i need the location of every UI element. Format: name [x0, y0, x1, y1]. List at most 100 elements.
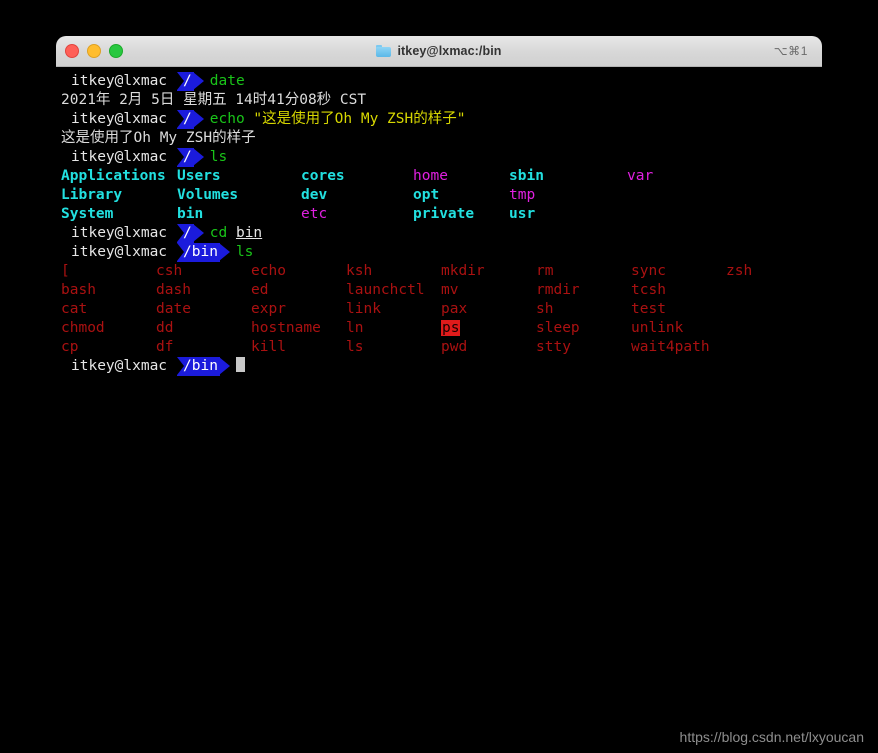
- command-ls: ls: [209, 149, 228, 165]
- command-date: date: [209, 73, 245, 89]
- text-cursor[interactable]: [235, 357, 245, 372]
- ls-entry: sbin: [509, 167, 627, 186]
- ls-root-output: Applications Users cores home sbin var Library…: [56, 167, 822, 224]
- maximize-button[interactable]: [109, 44, 123, 58]
- ls-entry: Volumes: [177, 186, 301, 205]
- ls-entry: etc: [301, 205, 413, 224]
- ls-entry: tmp: [509, 186, 627, 205]
- ls-entry: hostname: [251, 319, 346, 338]
- ls-entry: chmod: [61, 319, 156, 338]
- terminal-output-area[interactable]: itkey@lxmac / date 2021年 2月 5日 星期五 14时41分0…: [56, 67, 822, 678]
- ls-entry: link: [346, 300, 441, 319]
- ls-entry-label: mkdir: [441, 263, 485, 279]
- ls-entry-label: Users: [177, 168, 221, 184]
- ls-entry: wait4path: [631, 338, 726, 357]
- traffic-light-group: [65, 36, 123, 66]
- ls-entry-label: usr: [509, 206, 536, 222]
- ls-entry-label: echo: [251, 263, 286, 279]
- ls-entry: bash: [61, 281, 156, 300]
- ls-entry-label: bash: [61, 282, 96, 298]
- ls-entry-label: expr: [251, 301, 286, 317]
- ls-entry-label: sleep: [536, 320, 580, 336]
- ls-entry: rmdir: [536, 281, 631, 300]
- minimize-button[interactable]: [87, 44, 101, 58]
- ls-entry-label: dd: [156, 320, 174, 336]
- ls-entry: sh: [536, 300, 631, 319]
- ls-entry: pax: [441, 300, 536, 319]
- terminal-line-prompt-ls-root: itkey@lxmac / ls: [56, 148, 822, 167]
- ls-entry-label: pax: [441, 301, 468, 317]
- ls-entry-label: wait4path: [631, 339, 710, 355]
- window-title-group: itkey@lxmac:/bin: [56, 36, 822, 66]
- ls-entry-label: launchctl: [346, 282, 425, 298]
- ls-entry: System: [61, 205, 177, 224]
- ls-entry: var: [627, 167, 743, 186]
- window-shortcut-label: ⌥⌘1: [773, 44, 808, 58]
- ls-entry-label: unlink: [631, 320, 684, 336]
- ls-entry: stty: [536, 338, 631, 357]
- ls-entry: csh: [156, 262, 251, 281]
- ls-entry-label: Volumes: [177, 187, 239, 203]
- ls-entry: unlink: [631, 319, 726, 338]
- ls-entry: usr: [509, 205, 627, 224]
- ls-entry-label: ps: [441, 320, 461, 336]
- window-titlebar[interactable]: itkey@lxmac:/bin ⌥⌘1: [56, 36, 822, 67]
- ls-entry: tcsh: [631, 281, 726, 300]
- prompt-path-segment: /bin: [177, 243, 230, 262]
- prompt-user: itkey@lxmac: [71, 225, 168, 241]
- ls-entry-label: mv: [441, 282, 459, 298]
- ls-row: bash dash ed launchctl mv rmdir tcsh: [56, 281, 822, 300]
- ls-entry: test: [631, 300, 726, 319]
- terminal-line-prompt-echo: itkey@lxmac / echo "这是使用了Oh My ZSH的样子": [56, 110, 822, 129]
- ls-entry: Library: [61, 186, 177, 205]
- ls-entry-label: pwd: [441, 339, 468, 355]
- ls-entry: ls: [346, 338, 441, 357]
- ls-entry-label: etc: [301, 206, 328, 222]
- ls-entry-label: ls: [346, 339, 364, 355]
- ls-entry-label: ln: [346, 320, 364, 336]
- prompt-path-segment: /: [177, 72, 204, 91]
- ls-entry-label: zsh: [726, 263, 753, 279]
- ls-entry-label: ed: [251, 282, 269, 298]
- close-button[interactable]: [65, 44, 79, 58]
- terminal-line-prompt-active[interactable]: itkey@lxmac/bin: [56, 357, 822, 376]
- terminal-window[interactable]: itkey@lxmac:/bin ⌥⌘1 itkey@lxmac / date 20…: [56, 36, 822, 678]
- prompt-user: itkey@lxmac: [71, 73, 168, 89]
- ls-entry: rm: [536, 262, 631, 281]
- ls-entry: dev: [301, 186, 413, 205]
- ls-entry: kill: [251, 338, 346, 357]
- ls-bin-output: [csh echo ksh mkdir rm sync zsh bash dash ed launc…: [56, 262, 822, 357]
- ls-entry-label: sbin: [509, 168, 544, 184]
- ls-entry-label: hostname: [251, 320, 321, 336]
- prompt-path-segment: /: [177, 148, 204, 167]
- window-title: itkey@lxmac:/bin: [397, 44, 502, 58]
- ls-entry-label: cores: [301, 168, 345, 184]
- prompt-path-segment: /: [177, 224, 204, 243]
- ls-row: Library Volumes dev opt tmp: [56, 186, 822, 205]
- output-echo: 这是使用了Oh My ZSH的样子: [61, 130, 256, 146]
- ls-entry: Users: [177, 167, 301, 186]
- ls-entry-label: var: [627, 168, 654, 184]
- terminal-line-prompt-cd: itkey@lxmac / cd bin: [56, 224, 822, 243]
- ls-entry: Applications: [61, 167, 177, 186]
- ls-entry: df: [156, 338, 251, 357]
- ls-entry: ksh: [346, 262, 441, 281]
- ls-entry: cp: [61, 338, 156, 357]
- ls-entry: home: [413, 167, 509, 186]
- ls-entry: private: [413, 205, 509, 224]
- ls-entry: mv: [441, 281, 536, 300]
- prompt-user: itkey@lxmac: [71, 244, 168, 260]
- ls-entry: expr: [251, 300, 346, 319]
- ls-entry: pwd: [441, 338, 536, 357]
- ls-entry: cores: [301, 167, 413, 186]
- folder-icon: [376, 45, 392, 57]
- terminal-line-prompt-ls-bin: itkey@lxmac/bin ls: [56, 243, 822, 262]
- ls-entry: mkdir: [441, 262, 536, 281]
- ls-entry-label: dash: [156, 282, 191, 298]
- ls-entry: bin: [177, 205, 301, 224]
- command-echo-argument: "这是使用了Oh My ZSH的样子": [253, 111, 466, 127]
- ls-row: Applications Users cores home sbin var: [56, 167, 822, 186]
- ls-entry: ed: [251, 281, 346, 300]
- ls-entry: dd: [156, 319, 251, 338]
- ls-entry-label: tmp: [509, 187, 536, 203]
